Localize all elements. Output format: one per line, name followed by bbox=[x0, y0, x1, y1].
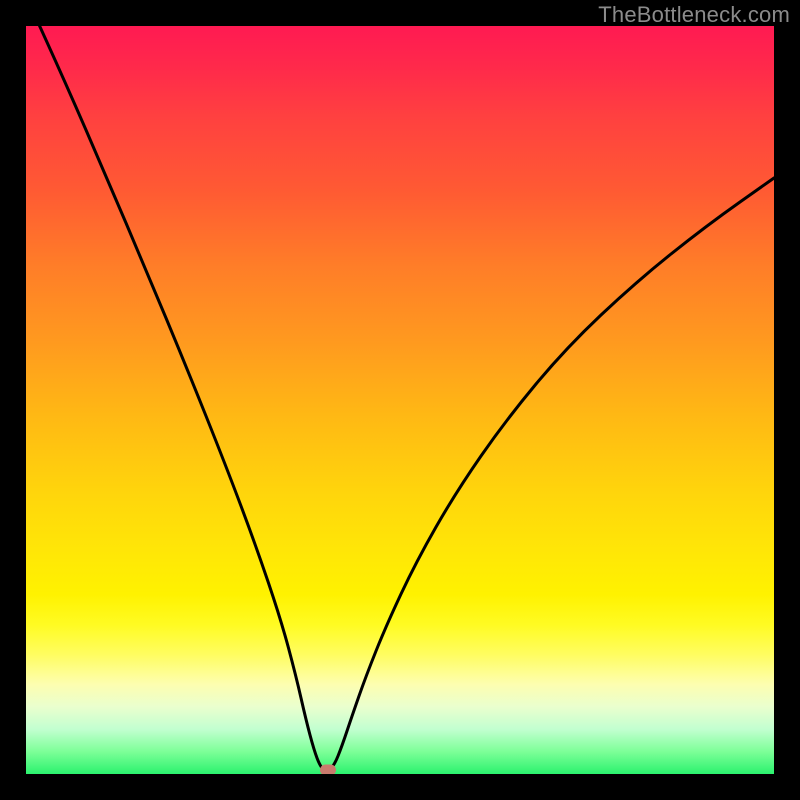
bottleneck-point-marker bbox=[320, 765, 336, 775]
curve-svg bbox=[26, 26, 774, 774]
watermark-text: TheBottleneck.com bbox=[598, 2, 790, 28]
bottleneck-curve bbox=[26, 26, 774, 771]
chart-area bbox=[26, 26, 774, 774]
